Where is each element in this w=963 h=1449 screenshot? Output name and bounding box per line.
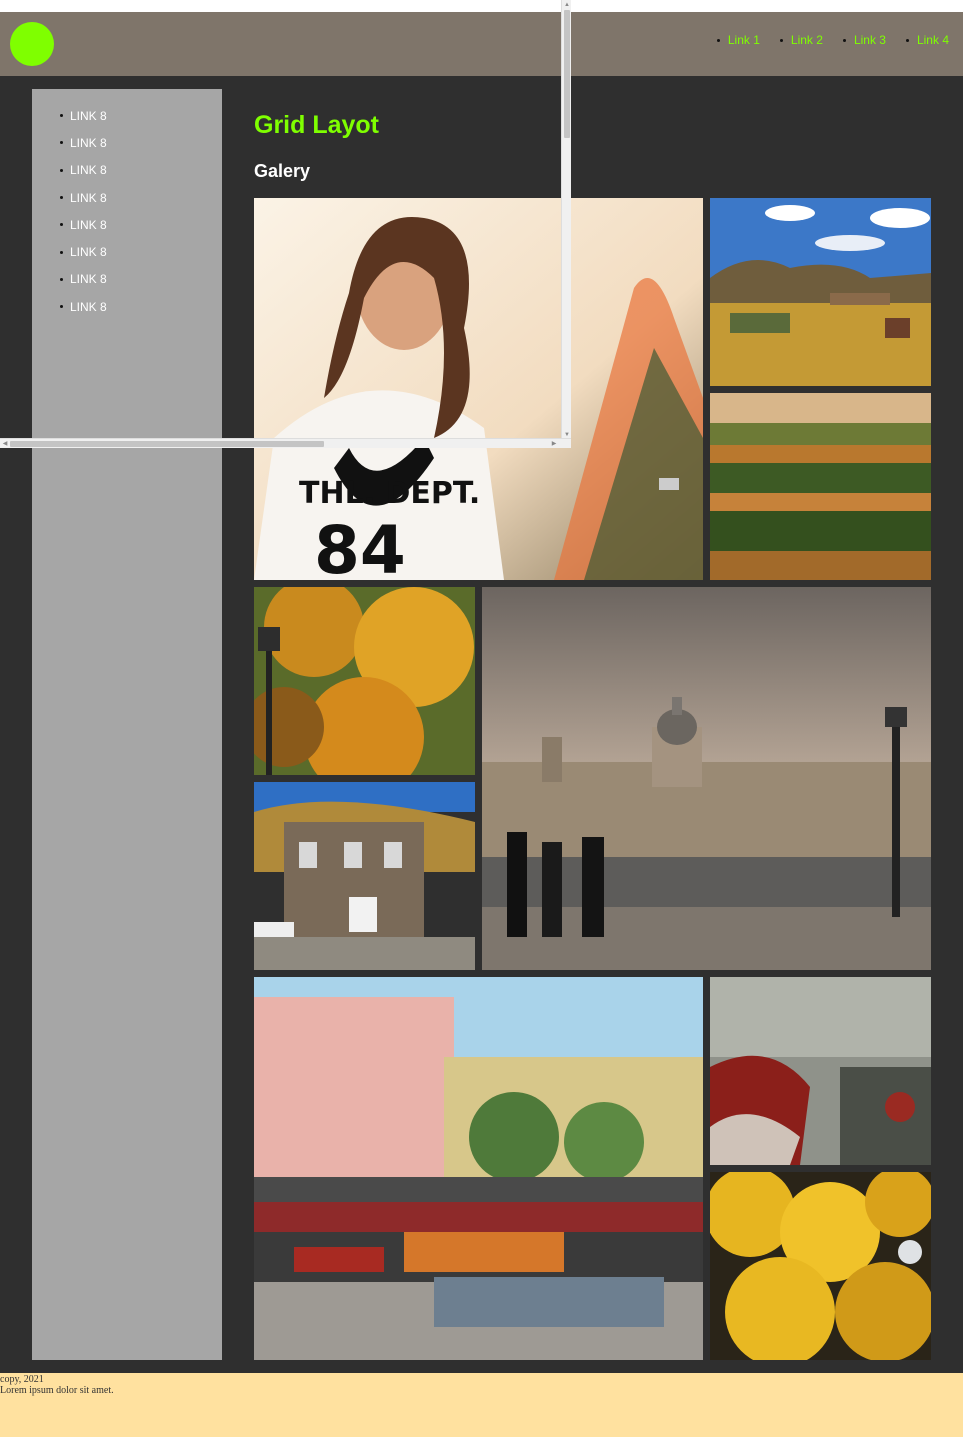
horizontal-scrollbar[interactable]: ◀ ▶ bbox=[0, 438, 571, 448]
nav-item: Link 1 bbox=[716, 33, 760, 47]
bullet-icon bbox=[60, 114, 63, 118]
bullet-icon bbox=[60, 196, 63, 200]
nav-item: Link 3 bbox=[842, 33, 886, 47]
vertical-scrollbar[interactable]: ▲ ▼ bbox=[561, 0, 571, 440]
section-title: Galery bbox=[254, 161, 311, 181]
bullet-icon bbox=[779, 38, 783, 42]
sidebar-item-label[interactable]: LINK 8 bbox=[70, 218, 107, 232]
sidebar-item[interactable]: LINK 8 bbox=[32, 157, 222, 184]
sidebar-item[interactable]: LINK 8 bbox=[32, 266, 222, 293]
sidebar-item[interactable]: LINK 8 bbox=[32, 129, 222, 156]
sidebar-item-label[interactable]: LINK 8 bbox=[70, 245, 107, 259]
wooden-house-photo[interactable] bbox=[254, 782, 475, 970]
sidebar-item[interactable]: LINK 8 bbox=[32, 293, 222, 320]
bullet-icon bbox=[842, 38, 846, 42]
page-bottom bbox=[0, 1437, 963, 1449]
woman-smiling-photo[interactable]: THL. DEPT. 84 bbox=[254, 198, 703, 580]
bullet-icon bbox=[716, 38, 720, 42]
nav-link-2[interactable]: Link 2 bbox=[791, 33, 823, 47]
svg-text:84: 84 bbox=[314, 512, 406, 580]
sidebar: LINK 8 LINK 8 LINK 8 LINK 8 LINK 8 LINK … bbox=[32, 89, 222, 1360]
sidebar-item[interactable]: LINK 8 bbox=[32, 184, 222, 211]
sidebar-item-label[interactable]: LINK 8 bbox=[70, 163, 107, 177]
nav-link-4[interactable]: Link 4 bbox=[917, 33, 949, 47]
site-footer: copy, 2021 Lorem ipsum dolor sit amet. bbox=[0, 1373, 963, 1437]
bullet-icon bbox=[60, 277, 63, 281]
autumn-tree-photo[interactable] bbox=[254, 587, 475, 775]
paris-bridge-photo[interactable] bbox=[482, 587, 931, 970]
yellow-maple-photo[interactable] bbox=[710, 1172, 931, 1360]
horizontal-scroll-thumb[interactable] bbox=[10, 441, 324, 447]
sidebar-item-label[interactable]: LINK 8 bbox=[70, 136, 107, 150]
sidebar-item-label[interactable]: LINK 8 bbox=[70, 300, 107, 314]
nav-item: Link 4 bbox=[905, 33, 949, 47]
copyright-text: copy, 2021 bbox=[0, 1374, 44, 1385]
page-title: Grid Layot bbox=[254, 111, 380, 139]
nav-item: Link 2 bbox=[779, 33, 823, 47]
market-square-photo[interactable] bbox=[254, 977, 703, 1360]
svg-text:THL. DEPT.: THL. DEPT. bbox=[299, 476, 480, 511]
sidebar-item-label[interactable]: LINK 8 bbox=[70, 191, 107, 205]
nav-link-1[interactable]: Link 1 bbox=[728, 33, 760, 47]
sidebar-list: LINK 8 LINK 8 LINK 8 LINK 8 LINK 8 LINK … bbox=[32, 102, 222, 320]
sidebar-item[interactable]: LINK 8 bbox=[32, 102, 222, 129]
site-header: Link 1 Link 2 Link 3 Link 4 bbox=[0, 12, 963, 76]
sidebar-item[interactable]: LINK 8 bbox=[32, 211, 222, 238]
scroll-up-arrow-icon[interactable]: ▲ bbox=[562, 0, 572, 10]
sidebar-item[interactable]: LINK 8 bbox=[32, 238, 222, 265]
scroll-left-arrow-icon[interactable]: ◀ bbox=[0, 439, 10, 449]
bullet-icon bbox=[60, 141, 63, 145]
scroll-right-arrow-icon[interactable]: ▶ bbox=[549, 439, 559, 449]
footer-text: Lorem ipsum dolor sit amet. bbox=[0, 1385, 114, 1396]
vertical-scroll-thumb[interactable] bbox=[564, 10, 570, 138]
logo-circle[interactable] bbox=[10, 22, 54, 66]
autumn-leaves-steps-photo[interactable] bbox=[710, 393, 931, 580]
bullet-icon bbox=[60, 250, 63, 254]
sidebar-item-label[interactable]: LINK 8 bbox=[70, 272, 107, 286]
bullet-icon bbox=[60, 223, 63, 227]
bullet-icon bbox=[60, 168, 63, 172]
bullet-icon bbox=[905, 38, 909, 42]
mountain-town-photo[interactable] bbox=[710, 198, 931, 386]
top-nav: Link 1 Link 2 Link 3 Link 4 bbox=[697, 33, 949, 47]
nav-link-3[interactable]: Link 3 bbox=[854, 33, 886, 47]
bullet-icon bbox=[60, 305, 63, 309]
rainy-window-photo[interactable] bbox=[710, 977, 931, 1165]
sidebar-item-label[interactable]: LINK 8 bbox=[70, 109, 107, 123]
